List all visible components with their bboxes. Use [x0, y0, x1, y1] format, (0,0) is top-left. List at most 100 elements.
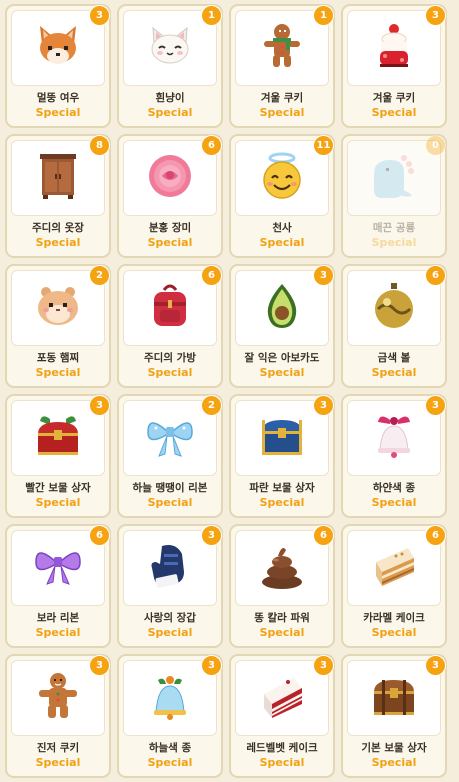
item-rarity: Special [147, 756, 193, 769]
item-card[interactable]: 3 멀뚱 여우 Special [5, 4, 111, 128]
count-badge: 6 [313, 525, 334, 546]
count-badge: 1 [201, 5, 222, 26]
item-card[interactable]: 0 매끈 공룡 Special [341, 134, 447, 258]
item-name: 기본 보물 상자 [361, 742, 427, 754]
item-card[interactable]: 3 사랑의 장갑 Special [117, 524, 223, 648]
item-card[interactable]: 1 흰냥이 Special [117, 4, 223, 128]
item-rarity: Special [259, 106, 305, 119]
count-badge: 3 [313, 655, 334, 676]
item-card[interactable]: 11 천사 Special [229, 134, 335, 258]
item-card[interactable]: 6 보라 리본 Special [5, 524, 111, 648]
white-bell-icon [378, 416, 410, 458]
item-rarity: Special [147, 236, 193, 249]
item-rarity: Special [259, 366, 305, 379]
item-name: 주디의 가방 [144, 352, 196, 364]
item-name: 포동 햄찌 [36, 352, 80, 364]
count-badge: 3 [89, 5, 110, 26]
item-rarity: Special [35, 236, 81, 249]
pink-rose-icon [149, 155, 191, 197]
count-badge: 3 [89, 655, 110, 676]
item-rarity: Special [147, 626, 193, 639]
item-name: 멀뚱 여우 [36, 92, 80, 104]
ginger-cookie-icon [39, 673, 77, 718]
count-badge: 1 [313, 5, 334, 26]
count-badge: 11 [313, 135, 334, 156]
count-badge: 6 [201, 135, 222, 156]
item-name: 보라 리본 [36, 612, 80, 624]
item-rarity: Special [259, 236, 305, 249]
item-card[interactable]: 8 주디의 옷장 Special [5, 134, 111, 258]
item-rarity: Special [35, 366, 81, 379]
count-badge: 8 [89, 135, 110, 156]
item-card[interactable]: 2 포동 햄찌 Special [5, 264, 111, 388]
item-rarity: Special [147, 106, 193, 119]
item-rarity: Special [259, 756, 305, 769]
item-name: 금색 볼 [377, 352, 411, 364]
item-card[interactable]: 6 똥 칼라 파워 Special [229, 524, 335, 648]
item-card[interactable]: 6 주디의 가방 Special [117, 264, 223, 388]
item-card[interactable]: 3 파란 보물 상자 Special [229, 394, 335, 518]
count-badge: 6 [89, 525, 110, 546]
item-name: 카라멜 케이크 [363, 612, 425, 624]
item-name: 진저 쿠키 [36, 742, 80, 754]
item-name: 흰냥이 [155, 92, 185, 104]
item-card[interactable]: 1 겨울 쿠키 Special [229, 4, 335, 128]
gold-ornament-icon [375, 283, 413, 328]
count-badge: 2 [89, 265, 110, 286]
white-cat-icon [151, 26, 189, 64]
item-rarity: Special [371, 236, 417, 249]
red-velvet-cake-icon [264, 678, 302, 718]
item-card[interactable]: 3 진저 쿠키 Special [5, 654, 111, 778]
item-name: 빨간 보물 상자 [25, 482, 91, 494]
item-rarity: Special [371, 626, 417, 639]
item-card[interactable]: 3 빨간 보물 상자 Special [5, 394, 111, 518]
item-card[interactable]: 3 기본 보물 상자 Special [341, 654, 447, 778]
item-card[interactable]: 3 하늘색 종 Special [117, 654, 223, 778]
count-badge: 3 [201, 655, 222, 676]
item-name: 파란 보물 상자 [249, 482, 315, 494]
caramel-cake-icon [376, 548, 414, 586]
item-name: 하늘 땡땡이 리본 [132, 482, 208, 494]
item-rarity: Special [35, 626, 81, 639]
count-badge: 3 [201, 525, 222, 546]
item-rarity: Special [259, 496, 305, 509]
cake-cherry-icon [380, 24, 408, 67]
count-badge: 6 [425, 525, 446, 546]
purple-bow-icon [35, 552, 81, 585]
item-card[interactable]: 3 잘 익은 아보카도 Special [229, 264, 335, 388]
item-card[interactable]: 3 하얀색 종 Special [341, 394, 447, 518]
red-chest-icon [38, 416, 78, 455]
item-card[interactable]: 6 분홍 장미 Special [117, 134, 223, 258]
item-name: 겨울 쿠키 [372, 92, 416, 104]
item-name: 똥 칼라 파워 [254, 612, 310, 624]
poop-icon [262, 548, 302, 589]
item-card[interactable]: 6 금색 볼 Special [341, 264, 447, 388]
count-badge: 3 [313, 265, 334, 286]
item-name: 사랑의 장갑 [144, 612, 196, 624]
item-rarity: Special [371, 106, 417, 119]
count-badge: 6 [201, 265, 222, 286]
item-name: 분홍 장미 [148, 222, 192, 234]
backpack-icon [154, 284, 186, 326]
avocado-icon [267, 284, 297, 328]
item-rarity: Special [259, 626, 305, 639]
item-card[interactable]: 2 하늘 땡땡이 리본 Special [117, 394, 223, 518]
item-card[interactable]: 3 레드벨벳 케이크 Special [229, 654, 335, 778]
mitten-icon [151, 545, 184, 588]
item-card[interactable]: 3 겨울 쿠키 Special [341, 4, 447, 128]
item-rarity: Special [371, 496, 417, 509]
blue-bow-icon [147, 422, 193, 457]
count-badge: 3 [89, 395, 110, 416]
item-name: 하얀색 종 [372, 482, 416, 494]
count-badge: 6 [425, 265, 446, 286]
count-badge: 3 [313, 395, 334, 416]
item-rarity: Special [35, 756, 81, 769]
item-rarity: Special [147, 366, 193, 379]
item-card[interactable]: 6 카라멜 케이크 Special [341, 524, 447, 648]
blue-bell-icon [154, 676, 186, 720]
item-name: 주디의 옷장 [32, 222, 84, 234]
item-name: 겨울 쿠키 [260, 92, 304, 104]
blue-chest-icon [262, 420, 302, 455]
fox-icon [40, 26, 76, 64]
count-badge: 3 [425, 5, 446, 26]
